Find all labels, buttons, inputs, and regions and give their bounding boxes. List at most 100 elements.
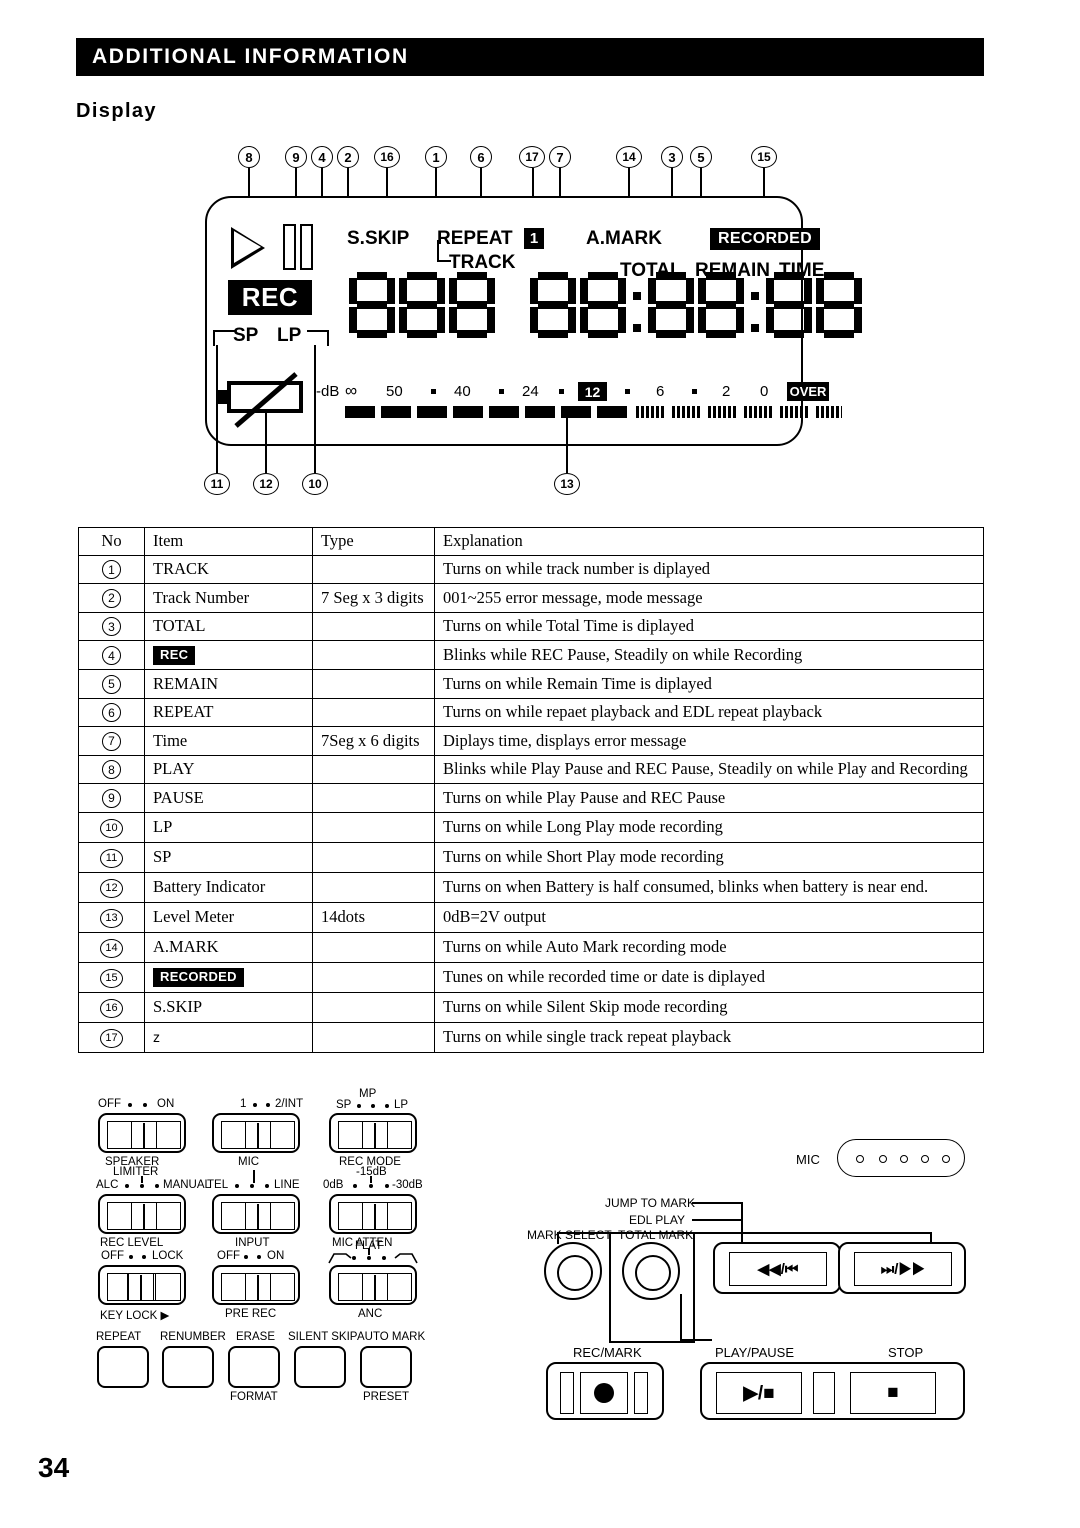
play-pause-button[interactable]: ▶/■ bbox=[716, 1372, 802, 1414]
repeat-button-label: REPEAT bbox=[96, 1331, 142, 1343]
leader-13 bbox=[566, 412, 568, 473]
row-type: 7Seg x 6 digits bbox=[312, 726, 435, 756]
switch-position-dot bbox=[382, 1256, 386, 1260]
row-explanation: Turns on while Play Pause and REC Pause bbox=[434, 783, 984, 813]
row-explanation: Turns on while Remain Time is diplayed bbox=[434, 669, 984, 699]
row-type bbox=[312, 754, 435, 785]
input-switch[interactable] bbox=[212, 1194, 300, 1234]
key-lock-label-off: OFF bbox=[101, 1250, 124, 1262]
row-number: 11 bbox=[78, 841, 145, 873]
table-row: 1 TRACK Turns on while track number is dip… bbox=[78, 554, 984, 585]
callout-5: 5 bbox=[690, 146, 712, 168]
repeat-button[interactable] bbox=[97, 1346, 149, 1388]
row-type bbox=[312, 931, 435, 963]
circled-number: 8 bbox=[102, 760, 121, 780]
stop-button[interactable]: ■ bbox=[850, 1372, 936, 1414]
seven-seg-digit bbox=[580, 272, 626, 338]
row-number: 6 bbox=[78, 697, 145, 728]
pre-rec-switch[interactable] bbox=[212, 1265, 300, 1305]
erase-button[interactable] bbox=[228, 1346, 280, 1388]
table-row: 13 Level Meter 14dots 0dB=2V output bbox=[78, 901, 984, 933]
anc-caption: ANC bbox=[358, 1308, 383, 1320]
pre-rec-caption: PRE REC bbox=[225, 1308, 277, 1320]
rec-mark-button-housing[interactable] bbox=[546, 1362, 664, 1420]
row-type bbox=[312, 871, 435, 903]
row-item: Level Meter bbox=[144, 901, 313, 933]
play-pause-leader-v bbox=[680, 1294, 682, 1340]
level-scale-40: 40 bbox=[454, 383, 471, 400]
track-indicator: TRACK bbox=[449, 252, 516, 273]
silent-skip-button[interactable] bbox=[294, 1346, 346, 1388]
callout-6: 6 bbox=[470, 146, 492, 168]
level-bar-segment bbox=[525, 406, 555, 418]
row-number: 8 bbox=[78, 754, 145, 785]
row-explanation: Tunes on while recorded time or date is … bbox=[434, 961, 984, 993]
fast-forward-button[interactable]: ⏭/▶▶ bbox=[838, 1242, 966, 1294]
anc-switch[interactable] bbox=[329, 1265, 417, 1305]
format-button-sublabel: FORMAT bbox=[230, 1391, 278, 1403]
level-bar-segment bbox=[345, 406, 375, 418]
mark-select-knob[interactable] bbox=[544, 1242, 602, 1300]
renumber-button[interactable] bbox=[162, 1346, 214, 1388]
seven-seg-digit bbox=[816, 272, 862, 338]
page-header-bar: ADDITIONAL INFORMATION bbox=[76, 38, 984, 76]
transport-button-housing[interactable]: ▶/■ ■ bbox=[700, 1362, 965, 1420]
level-bar-segment bbox=[381, 406, 411, 418]
row-item: REC bbox=[144, 640, 313, 671]
repeat-one-indicator: 1 bbox=[524, 228, 544, 249]
mic-jack-connector[interactable] bbox=[837, 1139, 965, 1177]
repeat-track-bracket-h bbox=[437, 260, 451, 262]
leader-12 bbox=[265, 410, 267, 473]
switch-position-dot bbox=[140, 1184, 144, 1188]
row-type: 7 Seg x 3 digits bbox=[312, 583, 435, 613]
switch-position-dot bbox=[142, 1255, 146, 1259]
rec-level-caption: REC LEVEL bbox=[100, 1237, 164, 1249]
speaker-switch[interactable] bbox=[98, 1113, 186, 1153]
row-type bbox=[312, 697, 435, 728]
row-number: 16 bbox=[78, 991, 145, 1023]
circled-number: 15 bbox=[100, 968, 123, 988]
auto-mark-button[interactable] bbox=[360, 1346, 412, 1388]
rec-button[interactable] bbox=[580, 1372, 628, 1414]
sp-indicator: SP bbox=[233, 325, 259, 346]
lp-bracket bbox=[307, 330, 329, 346]
display-indicator-table: No Item Type Explanation 1 TRACK Turns on … bbox=[78, 527, 984, 1053]
rewind-button[interactable]: ◀◀/⏮ bbox=[713, 1242, 841, 1294]
table-header-row: No Item Type Explanation bbox=[78, 527, 984, 556]
rec-mode-label-sp: SP bbox=[336, 1099, 352, 1111]
table-body: 1 TRACK Turns on while track number is dip… bbox=[78, 554, 984, 1053]
edl-play-label: EDL PLAY bbox=[629, 1213, 686, 1227]
rec-mark-side-bar-left bbox=[560, 1372, 574, 1414]
edl-play-leader-h bbox=[692, 1219, 742, 1221]
switch-position-dot bbox=[369, 1184, 373, 1188]
jump-to-mark-leader-v bbox=[741, 1202, 743, 1232]
table-row: 14 A.MARK Turns on while Auto Mark recordi… bbox=[78, 931, 984, 963]
total-mark-knob[interactable] bbox=[622, 1242, 680, 1300]
switch-position-dot bbox=[257, 1255, 261, 1259]
switch-position-dot bbox=[244, 1255, 248, 1259]
rec-level-switch[interactable] bbox=[98, 1194, 186, 1234]
mic-switch[interactable] bbox=[212, 1113, 300, 1153]
table-row: 15 RECORDED Tunes on while recorded time o… bbox=[78, 961, 984, 993]
level-tick-dot bbox=[431, 389, 436, 394]
seven-seg-digit bbox=[766, 272, 812, 338]
row-item: S.SKIP bbox=[144, 991, 313, 1023]
key-lock-switch[interactable] bbox=[98, 1265, 186, 1305]
level-tick-dot bbox=[625, 389, 630, 394]
circled-number: 14 bbox=[100, 938, 123, 958]
rec-mode-switch[interactable] bbox=[329, 1113, 417, 1153]
page-header-title: ADDITIONAL INFORMATION bbox=[92, 45, 409, 68]
row-type bbox=[312, 640, 435, 671]
table-row: 2 Track Number 7 Seg x 3 digits 001~255 err… bbox=[78, 583, 984, 613]
level-bar-segment-striped bbox=[744, 406, 774, 418]
level-meter-unit: -dB bbox=[316, 383, 340, 400]
row-type bbox=[312, 991, 435, 1023]
mic-switch-caption: MIC bbox=[238, 1156, 260, 1168]
circled-number: 7 bbox=[102, 731, 121, 751]
total-mark-bracket-right bbox=[693, 1232, 695, 1342]
section-title: Display bbox=[76, 100, 157, 122]
play-icon-inner bbox=[234, 231, 261, 263]
total-mark-bracket-left bbox=[609, 1232, 611, 1342]
switch-position-dot bbox=[253, 1103, 257, 1107]
mic-atten-switch[interactable] bbox=[329, 1194, 417, 1234]
